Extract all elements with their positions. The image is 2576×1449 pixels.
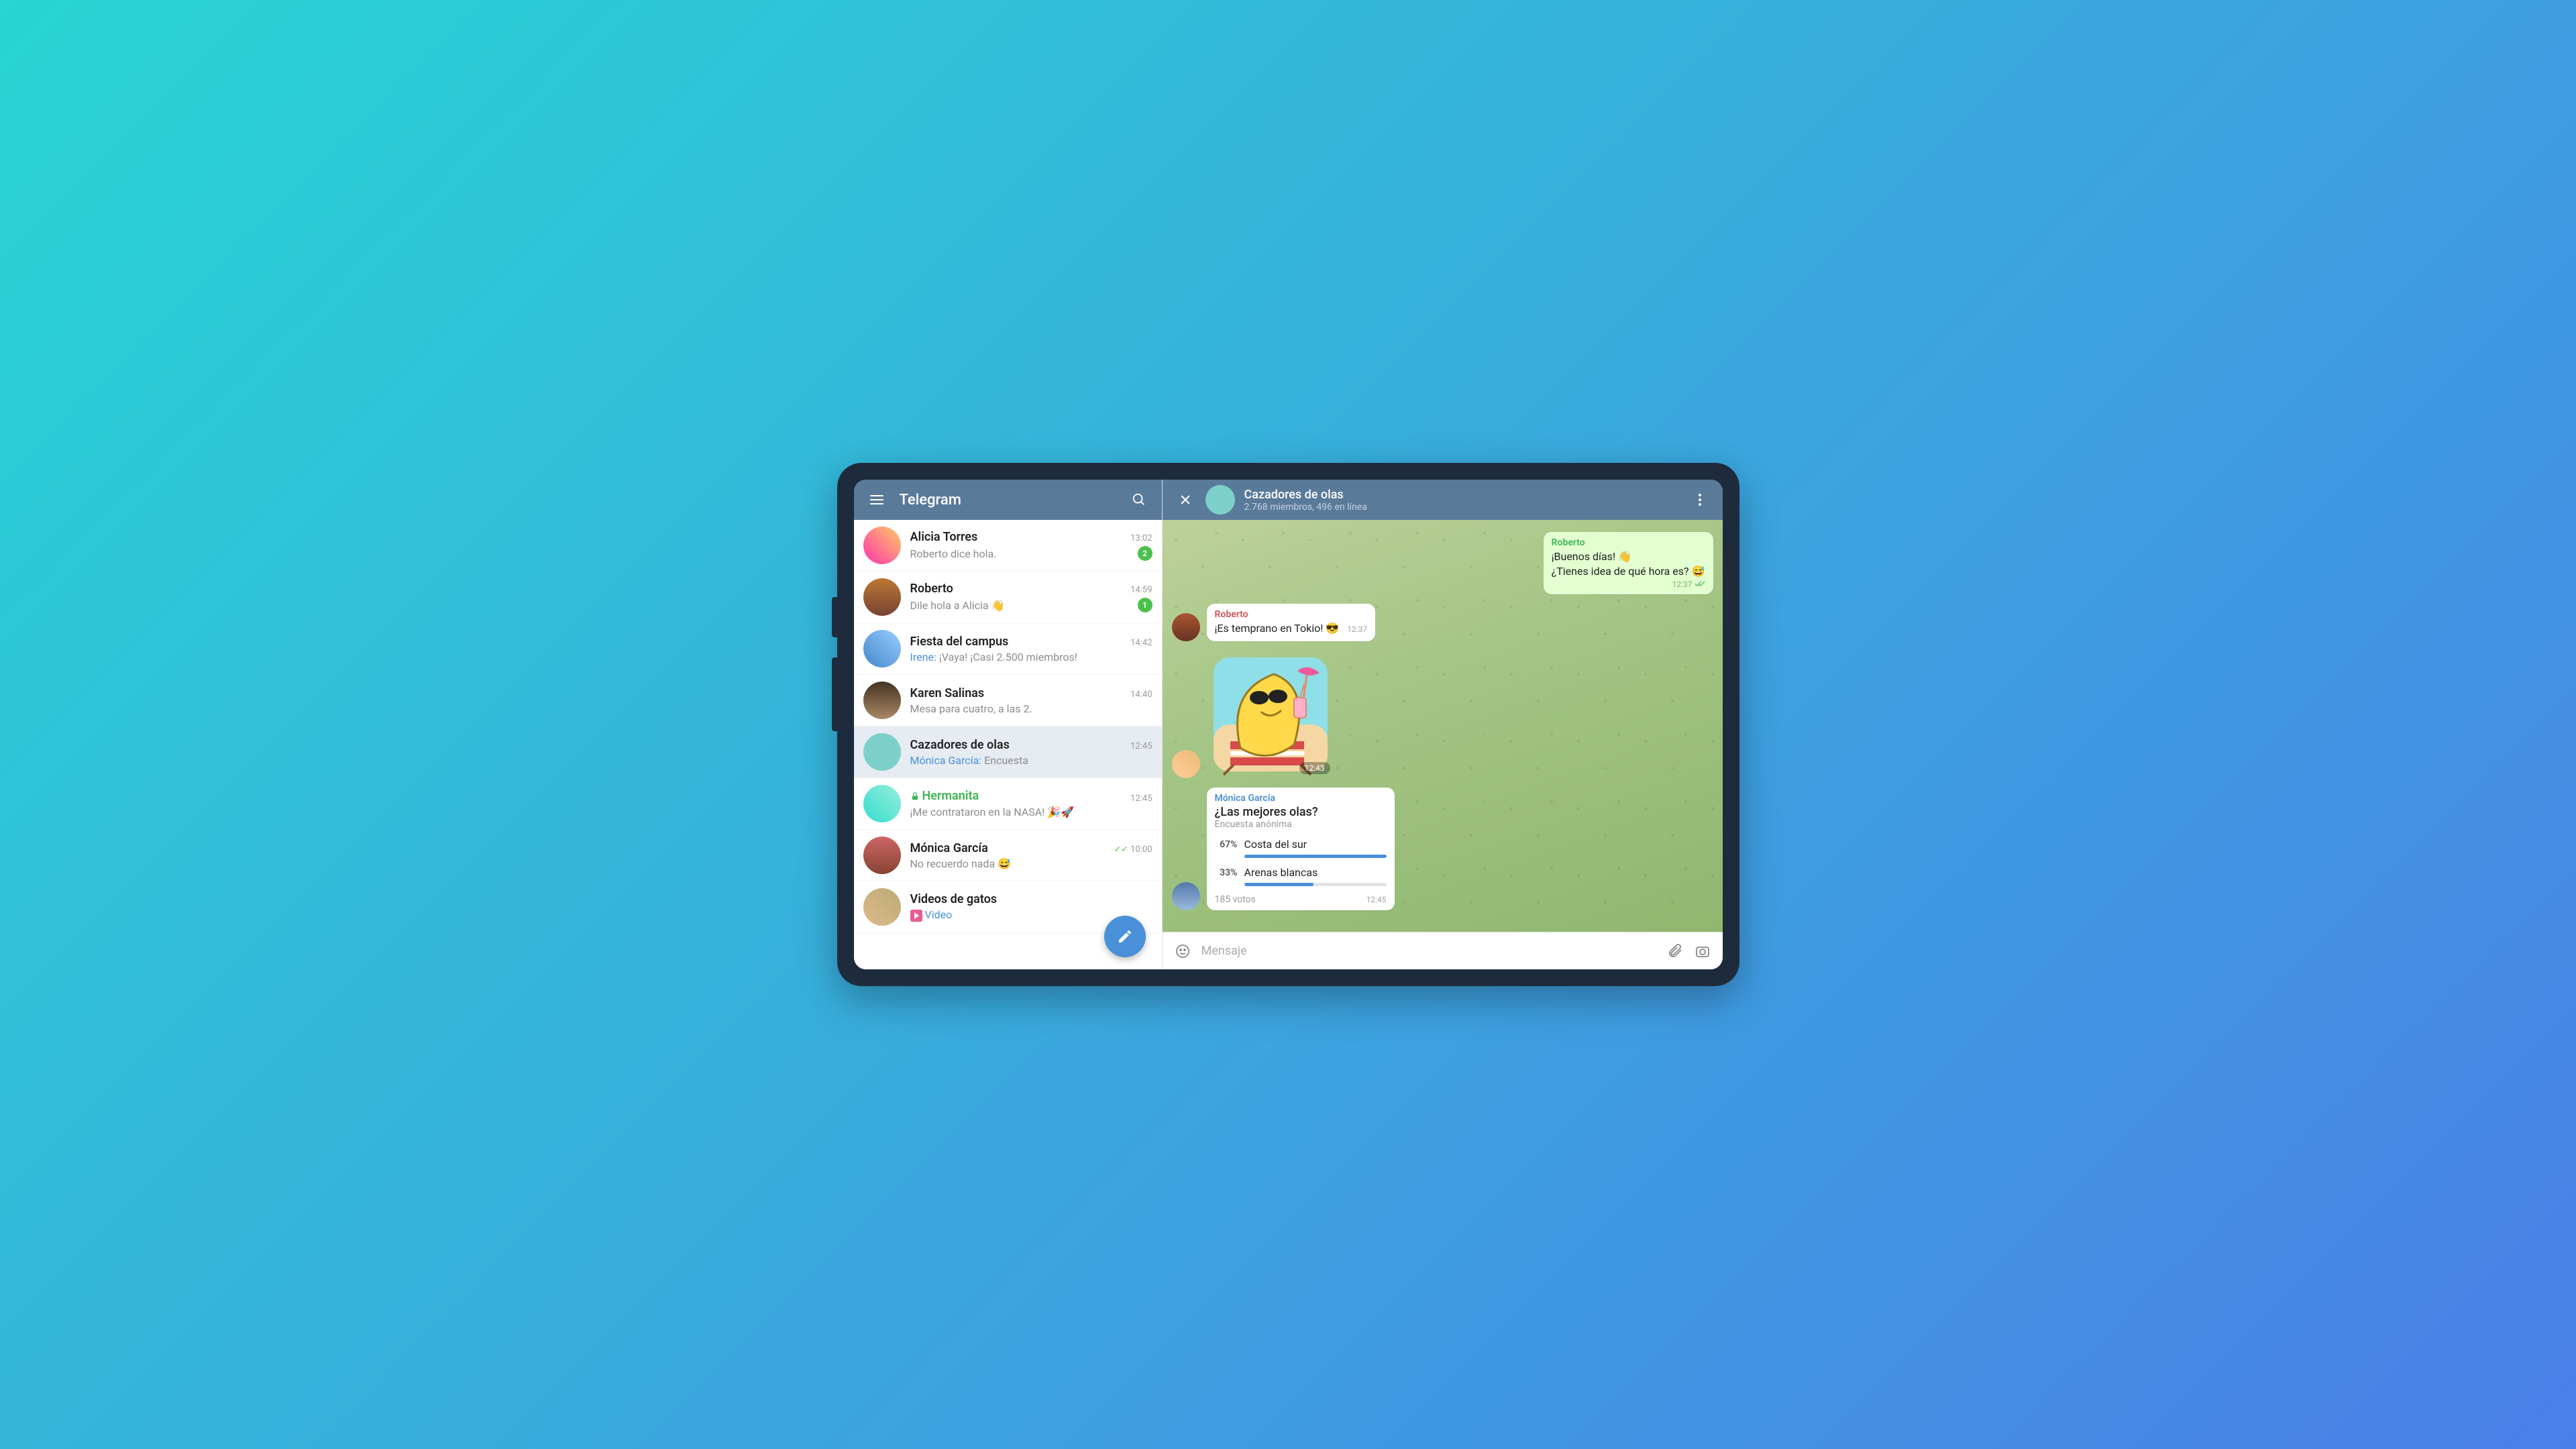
- conversation-title: Cazadores de olas: [1244, 488, 1686, 502]
- sidebar-header: Telegram: [854, 480, 1162, 520]
- avatar: [863, 785, 901, 822]
- poll-votes: 185 votos: [1215, 894, 1256, 905]
- close-icon[interactable]: [1172, 486, 1199, 513]
- chat-preview: No recuerdo nada 😅: [910, 857, 1152, 870]
- chat-time: 14:59: [1130, 585, 1152, 595]
- lock-icon: [910, 792, 920, 801]
- chat-preview: Irene: ¡Vaya! ¡Casi 2.500 miembros!: [910, 651, 1152, 663]
- poll-option-label: Costa del sur: [1244, 838, 1387, 851]
- chat-name: Karen Salinas: [910, 686, 985, 700]
- chat-name: Videos de gatos: [910, 892, 998, 906]
- chat-item-karen[interactable]: Karen Salinas 14:40 Mesa para cuatro, a l…: [854, 675, 1162, 727]
- conversation-subtitle: 2.768 miembros, 496 en línea: [1244, 502, 1686, 513]
- chat-item-alicia[interactable]: Alicia Torres 13:02 Roberto dice hola.2: [854, 520, 1162, 572]
- app-title: Telegram: [900, 492, 1126, 508]
- message-sender: Roberto: [1215, 609, 1368, 620]
- message-outgoing[interactable]: Roberto ¡Buenos días! 👋¿Tienes idea de q…: [1172, 532, 1713, 594]
- chat-preview: Roberto dice hola.: [910, 547, 1138, 560]
- message-input[interactable]: [1196, 944, 1662, 958]
- chat-preview: Mesa para cuatro, a las 2.: [910, 702, 1152, 715]
- avatar: [863, 733, 901, 771]
- chat-name: Mónica García: [910, 841, 988, 855]
- avatar: [863, 837, 901, 874]
- message-sticker[interactable]: 12:43: [1172, 651, 1713, 778]
- avatar: [863, 527, 901, 564]
- messages-area[interactable]: Roberto ¡Buenos días! 👋¿Tienes idea de q…: [1163, 520, 1723, 932]
- message-text: ¡Buenos días! 👋¿Tienes idea de qué hora …: [1552, 549, 1705, 578]
- chat-list[interactable]: Alicia Torres 13:02 Roberto dice hola.2 R…: [854, 520, 1162, 969]
- poll-option[interactable]: 67% Costa del sur: [1215, 838, 1387, 858]
- avatar: [863, 578, 901, 616]
- unread-badge: 1: [1138, 598, 1152, 612]
- message-avatar[interactable]: [1172, 882, 1200, 910]
- camera-icon[interactable]: [1689, 938, 1716, 965]
- chat-name: Alicia Torres: [910, 530, 978, 544]
- compose-fab[interactable]: [1104, 916, 1146, 957]
- chat-time: 14:42: [1130, 638, 1152, 648]
- poll-question: ¿Las mejores olas?: [1215, 805, 1387, 819]
- chat-item-cazadores[interactable]: Cazadores de olas 12:45 Mónica García: En…: [854, 727, 1162, 778]
- poll-subtitle: Encuesta anónima: [1215, 819, 1387, 830]
- chat-item-hermanita[interactable]: Hermanita 12:45 ¡Me contrataron en la NAS…: [854, 778, 1162, 830]
- sidebar: Telegram Alicia Torres 13:02 Roberto dice…: [854, 480, 1163, 969]
- attach-icon[interactable]: [1662, 938, 1689, 965]
- message-time: 12:37: [1347, 625, 1367, 634]
- message-poll[interactable]: Mónica García ¿Las mejores olas? Encuest…: [1172, 788, 1713, 910]
- video-icon: [910, 910, 922, 922]
- chat-name: Hermanita: [910, 789, 979, 803]
- poll-percent: 33%: [1215, 866, 1238, 878]
- chat-time: 13:02: [1130, 533, 1152, 543]
- chat-name: Roberto: [910, 582, 953, 596]
- poll-bar: [1244, 855, 1387, 858]
- poll-option[interactable]: 33% Arenas blancas: [1215, 866, 1387, 886]
- chat-preview: ¡Me contrataron en la NASA! 🎉🚀: [910, 806, 1152, 818]
- poll-option-label: Arenas blancas: [1244, 866, 1387, 879]
- chat-preview: Mónica García: Encuesta: [910, 754, 1152, 767]
- chat-time: ✓✓ 10:00: [1114, 845, 1152, 855]
- search-icon[interactable]: [1126, 486, 1152, 513]
- read-ticks-icon: ✓✓: [1114, 845, 1128, 855]
- more-icon[interactable]: [1686, 486, 1713, 513]
- message-time: 12:45: [1366, 895, 1387, 904]
- message-input-bar: [1163, 932, 1723, 969]
- chat-name: Cazadores de olas: [910, 738, 1010, 752]
- menu-icon[interactable]: [863, 486, 890, 513]
- conversation-panel: Cazadores de olas 2.768 miembros, 496 en…: [1163, 480, 1723, 969]
- message-text: ¡Es temprano en Tokio! 😎 12:37: [1215, 622, 1368, 635]
- chat-time: 14:40: [1130, 690, 1152, 700]
- chat-preview: Dile hola a Alicia 👋: [910, 599, 1138, 612]
- chat-item-monica[interactable]: Mónica García ✓✓ 10:00 No recuerdo nada 😅: [854, 830, 1162, 881]
- chat-time: 12:45: [1130, 794, 1152, 804]
- emoji-icon[interactable]: [1169, 938, 1196, 965]
- chat-time: 12:45: [1130, 741, 1152, 751]
- poll-percent: 67%: [1215, 838, 1238, 850]
- message-sender: Mónica García: [1215, 793, 1387, 804]
- message-avatar[interactable]: [1172, 750, 1200, 778]
- avatar: [863, 888, 901, 926]
- message-incoming[interactable]: Roberto ¡Es temprano en Tokio! 😎 12:37: [1172, 604, 1713, 641]
- message-time: 12:37: [1672, 580, 1693, 589]
- chat-item-fiesta[interactable]: Fiesta del campus 14:42 Irene: ¡Vaya! ¡Ca…: [854, 623, 1162, 675]
- message-avatar[interactable]: [1172, 613, 1200, 641]
- conversation-info[interactable]: Cazadores de olas 2.768 miembros, 496 en…: [1244, 488, 1686, 513]
- avatar: [863, 682, 901, 719]
- conversation-avatar[interactable]: [1205, 485, 1235, 515]
- poll-bar: [1244, 883, 1387, 886]
- chat-item-roberto[interactable]: Roberto 14:59 Dile hola a Alicia 👋1: [854, 572, 1162, 623]
- message-time: 12:43: [1299, 762, 1330, 774]
- sticker-banana-beach-icon: [1207, 651, 1334, 778]
- message-sender: Roberto: [1552, 537, 1705, 548]
- conversation-header: Cazadores de olas 2.768 miembros, 496 en…: [1163, 480, 1723, 520]
- unread-badge: 2: [1138, 546, 1152, 561]
- read-ticks-icon: [1695, 580, 1705, 589]
- avatar: [863, 630, 901, 667]
- chat-name: Fiesta del campus: [910, 635, 1009, 649]
